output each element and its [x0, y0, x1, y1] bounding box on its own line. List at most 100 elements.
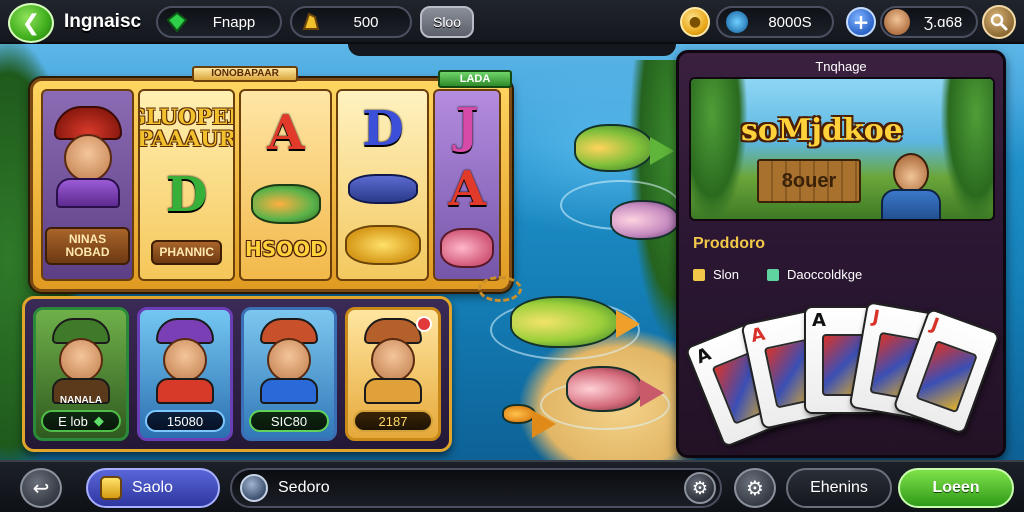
character-card[interactable]: 15080: [137, 307, 233, 441]
legend-item[interactable]: Slon: [693, 267, 739, 282]
gem-icon: ◆: [93, 413, 104, 428]
home-button[interactable]: ↩: [20, 468, 62, 508]
slot-machine[interactable]: NINAS NOBAD GLUOPER PAAAUR D PHANNIC A H…: [30, 78, 512, 292]
user-profile[interactable]: Ʒ.ɑ68: [880, 6, 978, 38]
search-icon: [240, 474, 268, 502]
plate-label: 2187: [378, 413, 408, 429]
card-rank: A: [812, 310, 826, 331]
gear-icon: ⚙: [746, 476, 764, 500]
reel-sign-middle: PHANNIC: [151, 239, 223, 265]
pirate-avatar: [50, 105, 126, 208]
fish-green[interactable]: [574, 124, 674, 172]
character-plate: SIC80: [249, 410, 329, 432]
reel-letter: J: [455, 98, 479, 155]
reel-letter: A: [448, 160, 486, 217]
coins-button[interactable]: Saolo: [86, 468, 220, 508]
card-rank: J: [928, 314, 942, 337]
heart-icon: [416, 316, 432, 332]
gold-symbol: [344, 224, 421, 265]
top-notch: [348, 44, 676, 56]
slot-button[interactable]: Sloo: [420, 6, 474, 38]
app-title: Ingnaisc: [64, 11, 142, 32]
reel-letter: A: [267, 104, 305, 161]
reel-letter: D: [362, 101, 404, 158]
plus-icon[interactable]: +: [846, 7, 876, 37]
square-icon: [693, 268, 705, 281]
search-bar[interactable]: ⚙: [230, 468, 722, 508]
home-arrow-icon: ↩: [32, 476, 50, 500]
fish-symbol: [250, 183, 321, 224]
character-name: NANALA: [59, 395, 103, 406]
slot-flag: LADA: [438, 70, 512, 88]
card-rank: A: [693, 343, 715, 369]
slot-banner: IONOBAPAAR: [192, 66, 298, 82]
card-rank: A: [749, 323, 768, 348]
palm-tree: [941, 79, 993, 219]
character-card[interactable]: SIC80: [241, 307, 337, 441]
square-icon: [767, 268, 780, 281]
fish-small-orange[interactable]: [502, 404, 556, 438]
reel-edge[interactable]: J A: [433, 89, 501, 281]
reel-letter: D: [165, 166, 208, 223]
gem-icon: [166, 11, 188, 33]
fish-purple[interactable]: [610, 200, 700, 240]
reel-fish[interactable]: A HSOOD: [239, 89, 333, 281]
reel-score: HSOOD: [245, 237, 327, 262]
magnifier-icon: [990, 13, 1008, 31]
character-plate: E lob ◆: [41, 410, 121, 432]
reel-character[interactable]: NINAS NOBAD: [41, 89, 135, 281]
panel-title: Tnqhage: [815, 59, 867, 74]
secondary-button[interactable]: Ehenins: [786, 468, 892, 508]
score-counter[interactable]: 8000S: [716, 6, 834, 38]
chain-decoration: [478, 276, 522, 302]
search-input[interactable]: [278, 479, 674, 497]
arrow-left-icon: ❮: [21, 10, 41, 36]
slot-title: GLUOPER PAAAUR: [138, 103, 236, 151]
search-button[interactable]: [982, 5, 1016, 39]
character-card[interactable]: NANALA E lob ◆: [33, 307, 129, 441]
promo-logo: soMjdkoe: [741, 113, 903, 148]
legend-label: Slon: [713, 267, 740, 282]
gem-tray-symbol: [347, 173, 418, 204]
gold-value: 500: [353, 13, 379, 31]
promo-crate: 8ouer: [757, 159, 861, 203]
legend-label: Daoccoldkge: [787, 267, 863, 282]
back-button[interactable]: ❮: [8, 3, 54, 43]
gear-icon[interactable]: ⚙: [684, 472, 716, 504]
legend: Slon Daoccoldkge: [693, 267, 993, 282]
character-plate: 2187: [353, 410, 433, 432]
user-label: Ʒ.ɑ68: [923, 13, 963, 31]
gems-counter[interactable]: Fnapp: [156, 6, 282, 38]
character-card[interactable]: 2187: [345, 307, 441, 441]
fish-large-green[interactable]: [510, 296, 640, 348]
score-value: 8000S: [768, 13, 812, 31]
boy-character: [881, 153, 941, 219]
legend-item[interactable]: Daoccoldkge: [767, 267, 862, 282]
bottom-bar: ↩ Saolo ⚙ ⚙ Ehenins Loeen: [0, 460, 1024, 512]
gold-counter[interactable]: 500: [290, 6, 412, 38]
gold-bag-icon: [300, 11, 322, 33]
top-bar: ❮ Ingnaisc Fnapp 500 Sloo ● 8000S + Ʒ.ɑ6…: [0, 0, 1024, 44]
avatar: [884, 9, 910, 35]
gold-bar-icon: [100, 476, 122, 500]
reel-title[interactable]: GLUOPER PAAAUR D PHANNIC: [138, 89, 236, 281]
pink-fish-symbol: [440, 227, 495, 268]
card-rank: J: [870, 306, 882, 329]
character-selector: NANALA E lob ◆ 15080 SIC80 2187: [22, 296, 452, 452]
primary-button[interactable]: Loeen: [898, 468, 1014, 508]
section-label: Proddoro: [693, 235, 765, 252]
coin-icon[interactable]: ●: [680, 7, 710, 37]
promo-banner[interactable]: soMjdkoe 8ouer: [689, 77, 995, 221]
plate-label: SIC80: [270, 413, 308, 429]
plate-label: E lob: [58, 413, 88, 429]
reel-treasure[interactable]: D: [336, 89, 430, 281]
coins-label: Saolo: [132, 479, 173, 496]
fish-pink[interactable]: [566, 366, 664, 412]
gems-value: Fnapp: [212, 13, 256, 31]
settings-button[interactable]: ⚙: [734, 468, 776, 508]
globe-icon: [726, 11, 748, 33]
character-plate: 15080: [145, 410, 225, 432]
plate-label: 15080: [166, 413, 204, 429]
reel-sign-left: NINAS NOBAD: [45, 226, 131, 265]
palm-tree: [691, 79, 747, 219]
